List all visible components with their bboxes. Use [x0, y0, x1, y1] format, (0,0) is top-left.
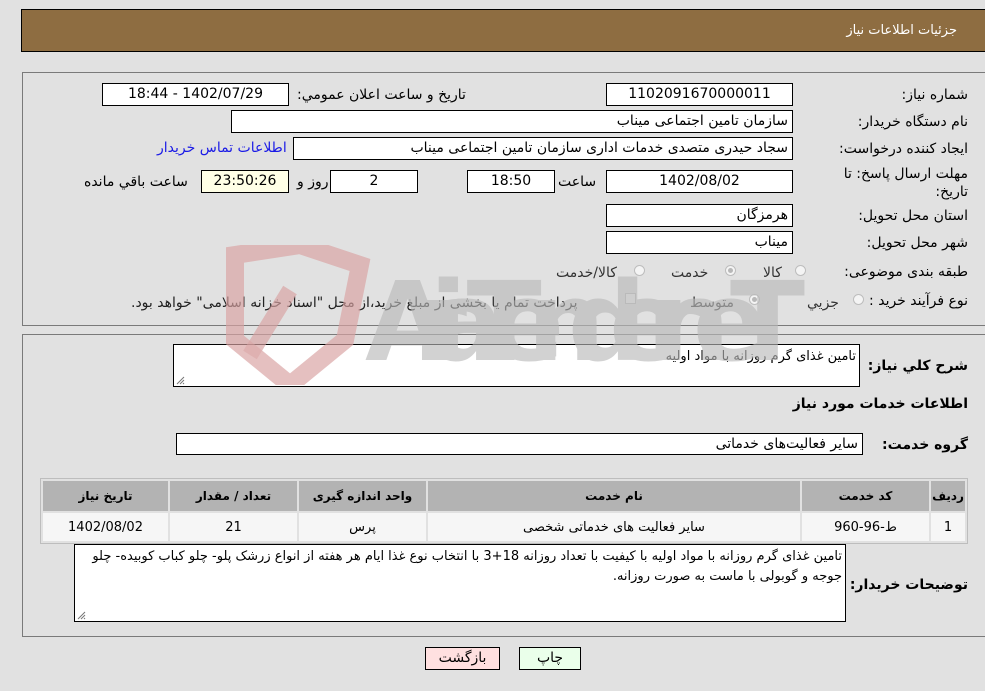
deadline-label: مهلت ارسال پاسخ: تا تاریخ: — [844, 165, 968, 201]
province-label: استان محل تحویل: — [858, 208, 968, 224]
buyer-notes-label: توضیحات خریدار: — [849, 577, 968, 593]
purchase-type-label: نوع فرآیند خرید : — [869, 293, 968, 309]
col-header-name: نام خدمت — [428, 481, 800, 511]
services-table: ردیف کد خدمت نام خدمت واحد اندازه گیری ت… — [40, 478, 968, 544]
cell-name: سایر فعالیت های خدماتی شخصی — [428, 513, 800, 541]
deadline-label-line2: تاریخ: — [935, 184, 968, 200]
category-radio-goods-service[interactable] — [634, 265, 645, 276]
col-header-row: ردیف — [931, 481, 965, 511]
deadline-time-field[interactable]: 18:50 — [467, 170, 555, 193]
category-radio-goods[interactable] — [795, 265, 806, 276]
city-field[interactable]: میناب — [606, 231, 793, 254]
deadline-time-label: ساعت — [558, 174, 597, 190]
print-button[interactable]: چاپ — [519, 647, 581, 670]
category-radio-service[interactable] — [725, 265, 736, 276]
city-label: شهر محل تحویل: — [866, 235, 968, 251]
province-field[interactable]: هرمزگان — [606, 204, 793, 227]
buyer-notes-text: تامین غذای گرم روزانه با مواد اولیه با ک… — [92, 549, 842, 584]
col-header-date: تاریخ نیاز — [43, 481, 168, 511]
col-header-unit: واحد اندازه گیری — [299, 481, 426, 511]
purchase-radio-medium[interactable] — [749, 294, 760, 305]
summary-text: تامین غذای گرم روزانه با مواد اولیه — [665, 349, 856, 364]
requester-field[interactable]: سجاد حیدری متصدی خدمات اداری سازمان تامی… — [293, 137, 793, 160]
buyer-notes-textarea[interactable]: تامین غذای گرم روزانه با مواد اولیه با ک… — [74, 544, 846, 622]
cell-row: 1 — [931, 513, 965, 541]
resize-grip-icon[interactable] — [77, 611, 86, 620]
cell-code: ط-96-960 — [802, 513, 929, 541]
purchase-radio-minor[interactable] — [853, 294, 864, 305]
remaining-time-field: 23:50:26 — [201, 170, 289, 193]
back-button[interactable]: بازگشت — [425, 647, 500, 670]
category-option-goods: کالا — [763, 265, 782, 281]
remaining-time-label: ساعت باقي مانده — [84, 174, 188, 190]
announce-datetime-label: تاریخ و ساعت اعلان عمومي: — [297, 87, 466, 103]
buyer-org-field[interactable]: سازمان تامین اجتماعی میناب — [231, 110, 793, 133]
treasury-checkbox-label: پرداخت تمام یا بخشی از مبلغ خرید،از محل … — [131, 295, 578, 311]
deadline-date-field[interactable]: 1402/08/02 — [606, 170, 793, 193]
days-remaining-field[interactable]: 2 — [330, 170, 418, 193]
table-row: 1 ط-96-960 سایر فعالیت های خدماتی شخصی پ… — [43, 513, 965, 541]
service-group-field[interactable]: سایر فعالیت‌های خدماتی — [176, 433, 863, 455]
service-group-label: گروه خدمت: — [882, 437, 968, 453]
announce-datetime-field[interactable]: 1402/07/29 - 18:44 — [102, 83, 289, 106]
buyer-contact-link[interactable]: اطلاعات تماس خریدار — [157, 140, 287, 156]
col-header-code: کد خدمت — [802, 481, 929, 511]
need-number-label: شماره نیاز: — [901, 87, 969, 103]
services-heading: اطلاعات خدمات مورد نیاز — [792, 396, 968, 412]
purchase-option-medium: متوسط — [690, 295, 734, 311]
requester-label: ایجاد کننده درخواست: — [839, 141, 968, 157]
category-option-goods-service: کالا/خدمت — [556, 265, 617, 281]
summary-label: شرح کلي نیاز: — [867, 358, 968, 374]
category-label: طبقه بندی موضوعی: — [844, 264, 968, 280]
col-header-qty: تعداد / مقدار — [170, 481, 297, 511]
category-option-service: خدمت — [671, 265, 709, 281]
page-header: جزئیات اطلاعات نیاز — [21, 9, 985, 52]
purchase-option-minor: جزيي — [807, 295, 839, 311]
cell-qty: 21 — [170, 513, 297, 541]
buyer-org-label: نام دستگاه خریدار: — [857, 114, 968, 130]
need-number-field[interactable]: 1102091670000011 — [606, 83, 793, 106]
deadline-label-line1: مهلت ارسال پاسخ: تا — [843, 166, 968, 182]
cell-date: 1402/08/02 — [43, 513, 168, 541]
days-label: روز و — [297, 174, 329, 190]
summary-textarea[interactable]: تامین غذای گرم روزانه با مواد اولیه — [173, 344, 860, 387]
cell-unit: پرس — [299, 513, 426, 541]
treasury-checkbox[interactable] — [625, 293, 636, 304]
services-table-header: ردیف کد خدمت نام خدمت واحد اندازه گیری ت… — [43, 481, 965, 511]
page-title: جزئیات اطلاعات نیاز — [846, 23, 957, 38]
resize-grip-icon[interactable] — [176, 376, 185, 385]
